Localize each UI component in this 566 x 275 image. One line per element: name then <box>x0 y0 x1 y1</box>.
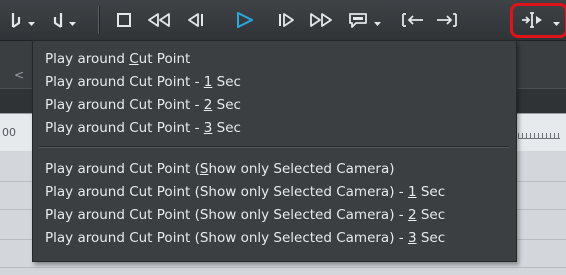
step-back-button[interactable] <box>182 9 210 31</box>
fast-forward-button[interactable] <box>306 9 338 31</box>
playback-toolbar <box>0 0 566 41</box>
menu-item-play-around-cut-point-3-sec[interactable]: Play around Cut Point - 3 Sec <box>33 117 516 139</box>
track-divider <box>0 267 566 268</box>
editor-window: < 00 Play around Cut Point Play around C… <box>0 0 566 275</box>
menu-item-play-around-cut-point-1-sec[interactable]: Play around Cut Point - 1 Sec <box>33 71 516 93</box>
jump-out-button[interactable] <box>432 9 462 31</box>
play-icon <box>237 12 253 28</box>
preview-button[interactable] <box>346 9 370 31</box>
menu-item-play-around-cut-point-selected-camera-3-sec[interactable]: Play around Cut Point (Show only Selecte… <box>33 227 516 249</box>
rewind-button[interactable] <box>144 9 174 31</box>
jump-in-button[interactable] <box>398 9 428 31</box>
menu-separator <box>39 146 509 148</box>
rewind-icon <box>148 13 170 27</box>
menu-item-play-around-cut-point-2-sec[interactable]: Play around Cut Point - 2 Sec <box>33 94 516 116</box>
set-out-button[interactable] <box>50 9 66 31</box>
step-forward-icon <box>279 13 294 27</box>
step-forward-button[interactable] <box>272 9 300 31</box>
panel-tab-fragment[interactable]: < <box>14 68 24 82</box>
jump-in-icon <box>402 13 423 27</box>
menu-item-play-around-cut-point[interactable]: Play around Cut Point <box>33 48 516 70</box>
menu-item-play-around-cut-point-selected-camera[interactable]: Play around Cut Point (Show only Selecte… <box>33 158 516 180</box>
step-back-icon <box>188 13 203 27</box>
stop-button[interactable] <box>112 9 136 31</box>
jump-out-icon <box>437 13 457 27</box>
highlight-callout <box>510 3 566 38</box>
set-out-icon <box>53 13 63 28</box>
chevron-down-icon[interactable] <box>69 22 76 26</box>
fast-forward-icon <box>310 13 332 27</box>
chevron-down-icon[interactable] <box>28 22 35 26</box>
stop-icon <box>117 13 131 27</box>
play-button[interactable] <box>230 9 260 31</box>
ruler-ticks <box>518 128 560 139</box>
set-in-button[interactable] <box>8 9 24 31</box>
menu-item-play-around-cut-point-selected-camera-1-sec[interactable]: Play around Cut Point (Show only Selecte… <box>33 181 516 203</box>
chevron-down-icon[interactable] <box>374 22 381 26</box>
set-in-icon <box>11 13 21 28</box>
toolbar-divider <box>98 6 100 34</box>
preview-icon <box>349 13 367 28</box>
ruler-label-fragment: 00 <box>2 126 16 139</box>
play-around-cut-point-menu: Play around Cut Point Play around Cut Po… <box>32 40 517 262</box>
menu-item-play-around-cut-point-selected-camera-2-sec[interactable]: Play around Cut Point (Show only Selecte… <box>33 204 516 226</box>
